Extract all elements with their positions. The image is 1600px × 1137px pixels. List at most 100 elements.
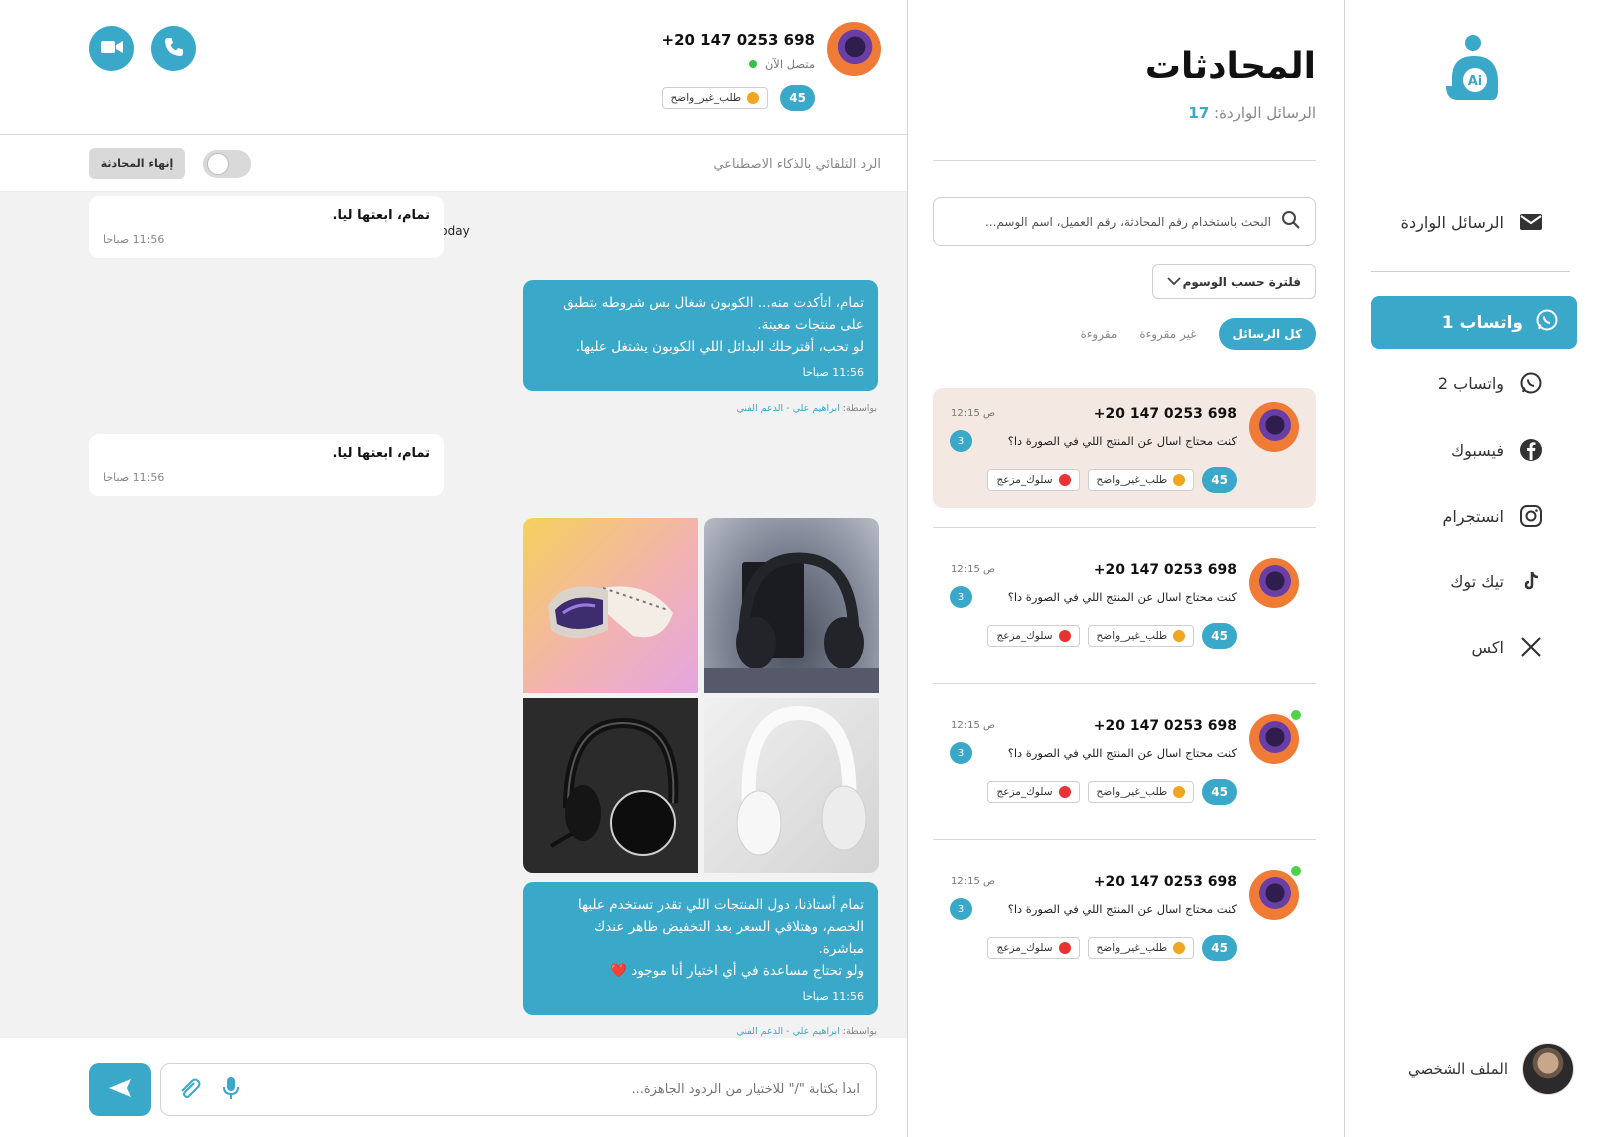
list-divider: [933, 160, 1316, 161]
orange-dot-icon: [1173, 630, 1186, 642]
sidebar-item-x[interactable]: اكس: [1472, 634, 1544, 660]
count-badge: 45: [780, 85, 815, 111]
agent-name: ابراهيم علي - الدعم الفني: [736, 403, 840, 414]
tab-read[interactable]: مقروءة: [1080, 327, 1117, 341]
message-time: 11:56 صباحا: [802, 990, 864, 1003]
conversation-card[interactable]: +20 147 0253 698 12:15 ص كنت محتاج اسال …: [933, 388, 1316, 508]
conversation-card[interactable]: +20 147 0253 698 12:15 ص كنت محتاج اسال …: [933, 544, 1316, 664]
message-tabs: كل الرسائل غير مقروءة مقروءة: [1080, 318, 1316, 350]
whatsapp-icon: [1518, 370, 1544, 396]
tag-label: طلب_غير_واضح: [1096, 630, 1168, 642]
sidebar-divider: [1371, 271, 1570, 272]
send-button[interactable]: [89, 1063, 151, 1116]
count-badge: 45: [1202, 623, 1237, 649]
online-dot-icon: [1291, 710, 1301, 720]
video-call-button[interactable]: [89, 26, 134, 71]
sidebar-item-label: تيك توك: [1450, 571, 1504, 591]
sidebar-item-label: اكس: [1471, 637, 1504, 657]
product-image[interactable]: [523, 518, 698, 693]
sidebar-item-instagram[interactable]: انستجرام: [1442, 503, 1544, 529]
tag-row: 45 طلب_غير_واضح سلوك_مزعج: [987, 779, 1237, 805]
inbox-count-value: 17: [1188, 104, 1210, 122]
orange-dot-icon: [747, 92, 760, 104]
tag-row: 45 طلب_غير_واضح سلوك_مزعج: [987, 467, 1237, 493]
attachment-icon[interactable]: [177, 1076, 201, 1104]
message-time: 11:56 صباحا: [802, 366, 864, 379]
contact-avatar: [1249, 714, 1299, 764]
product-image[interactable]: [704, 518, 879, 693]
card-divider: [933, 839, 1316, 840]
sender-attribution: بواسطة: ابراهيم علي - الدعم الفني: [736, 403, 877, 414]
tag-chip[interactable]: سلوك_مزعج: [987, 625, 1080, 647]
card-divider: [933, 683, 1316, 684]
tab-unread[interactable]: غير مقروءة: [1139, 327, 1196, 341]
tag-chip[interactable]: طلب_غير_واضح: [1087, 469, 1195, 491]
sidebar-item-whatsapp-2[interactable]: واتساب 2: [1438, 370, 1544, 396]
tag-chip[interactable]: سلوك_مزعج: [987, 781, 1080, 803]
message-text: تمام، ابعتها ليا.: [332, 446, 430, 461]
sidebar: Ai الرسائل الواردة واتساب 1 واتساب 2 فيس…: [1344, 0, 1600, 1137]
message-line: تمام أستاذنا، دول المنتجات اللي تقدر تست…: [578, 897, 864, 913]
message-text: تمام، ابعتها ليا.: [332, 208, 430, 223]
tag-chip[interactable]: طلب_غير_واضح: [661, 87, 769, 109]
app-root: Ai الرسائل الواردة واتساب 1 واتساب 2 فيس…: [0, 0, 1600, 1137]
product-image[interactable]: [704, 698, 879, 873]
search-box[interactable]: البحث باستخدام رقم المحادثة، رقم العميل،…: [933, 197, 1316, 246]
tag-label: سلوك_مزعج: [996, 942, 1053, 954]
sidebar-item-tiktok[interactable]: تيك توك: [1450, 568, 1544, 594]
tag-row: 45 طلب_غير_واضح سلوك_مزعج: [987, 623, 1237, 649]
toggle-knob: [207, 153, 229, 175]
message-text: تمام، اتأكدت منه... الكوبون شغال بس شروط…: [537, 292, 864, 358]
tag-chip[interactable]: طلب_غير_واضح: [1087, 781, 1195, 803]
instagram-icon: [1518, 503, 1544, 529]
tag-filter-dropdown[interactable]: فلترة حسب الوسوم: [1152, 264, 1316, 299]
tag-chip[interactable]: طلب_غير_واضح: [1087, 625, 1195, 647]
message-preview: كنت محتاج اسال عن المنتج اللي في الصورة …: [1007, 746, 1237, 760]
tag-chip[interactable]: سلوك_مزعج: [987, 937, 1080, 959]
app-logo[interactable]: Ai: [1440, 34, 1502, 110]
sidebar-item-label: انستجرام: [1442, 506, 1504, 526]
card-divider: [933, 527, 1316, 528]
message-input[interactable]: [241, 1082, 860, 1097]
conversation-card[interactable]: +20 147 0253 698 12:15 ص كنت محتاج اسال …: [933, 700, 1316, 820]
message-time: 11:56 صباحا: [103, 233, 165, 246]
contact-avatar: [1249, 870, 1299, 920]
message-time: 12:15 ص: [951, 720, 996, 731]
tiktok-icon: [1518, 568, 1544, 594]
ai-reply-toggle[interactable]: [203, 150, 251, 178]
tag-chip[interactable]: سلوك_مزعج: [987, 469, 1080, 491]
message-input-box[interactable]: [160, 1063, 877, 1116]
message-time: 11:56 صباحا: [103, 471, 165, 484]
profile-label: الملف الشخصي: [1408, 1060, 1508, 1078]
sidebar-item-inbox[interactable]: الرسائل الواردة: [1401, 209, 1544, 235]
sidebar-item-whatsapp-1[interactable]: واتساب 1: [1371, 296, 1577, 349]
chat-pane: +20 147 0253 698 متصل الآن 45 طلب_غير_وا…: [0, 0, 907, 1137]
microphone-icon[interactable]: [221, 1076, 241, 1104]
avatar: [1522, 1043, 1574, 1095]
count-badge: 45: [1202, 779, 1237, 805]
sidebar-item-facebook[interactable]: فيسبوك: [1451, 437, 1544, 463]
tag-label: طلب_غير_واضح: [1096, 474, 1168, 486]
sidebar-item-label: الرسائل الواردة: [1400, 212, 1504, 232]
voice-call-button[interactable]: [151, 26, 196, 71]
contact-avatar: [827, 22, 881, 76]
tag-label: طلب_غير_واضح: [1096, 942, 1168, 954]
product-image[interactable]: [523, 698, 698, 873]
contact-phone: +20 147 0253 698: [1093, 718, 1237, 734]
incoming-message: تمام، ابعتها ليا. 11:56 صباحا: [89, 434, 444, 496]
tag-row: 45 طلب_غير_واضح: [661, 85, 815, 111]
end-chat-button[interactable]: إنهاء المحادثة: [89, 148, 185, 179]
tab-all[interactable]: كل الرسائل: [1218, 318, 1316, 350]
outgoing-message: تمام أستاذنا، دول المنتجات اللي تقدر تست…: [523, 882, 878, 1015]
tag-chip[interactable]: طلب_غير_واضح: [1087, 937, 1195, 959]
chevron-down-icon: [1167, 275, 1181, 289]
outgoing-message: تمام، اتأكدت منه... الكوبون شغال بس شروط…: [523, 280, 878, 391]
conversation-card[interactable]: +20 147 0253 698 12:15 ص كنت محتاج اسال …: [933, 856, 1316, 976]
online-dot-icon: [748, 60, 757, 68]
search-input[interactable]: البحث باستخدام رقم المحادثة، رقم العميل،…: [985, 215, 1271, 229]
tag-label: سلوك_مزعج: [996, 630, 1053, 642]
chat-header: +20 147 0253 698 متصل الآن 45 طلب_غير_وا…: [0, 0, 907, 135]
profile-link[interactable]: الملف الشخصي: [1408, 1043, 1574, 1095]
incoming-message: تمام، ابعتها ليا. 11:56 صباحا: [89, 196, 444, 258]
facebook-icon: [1518, 437, 1544, 463]
